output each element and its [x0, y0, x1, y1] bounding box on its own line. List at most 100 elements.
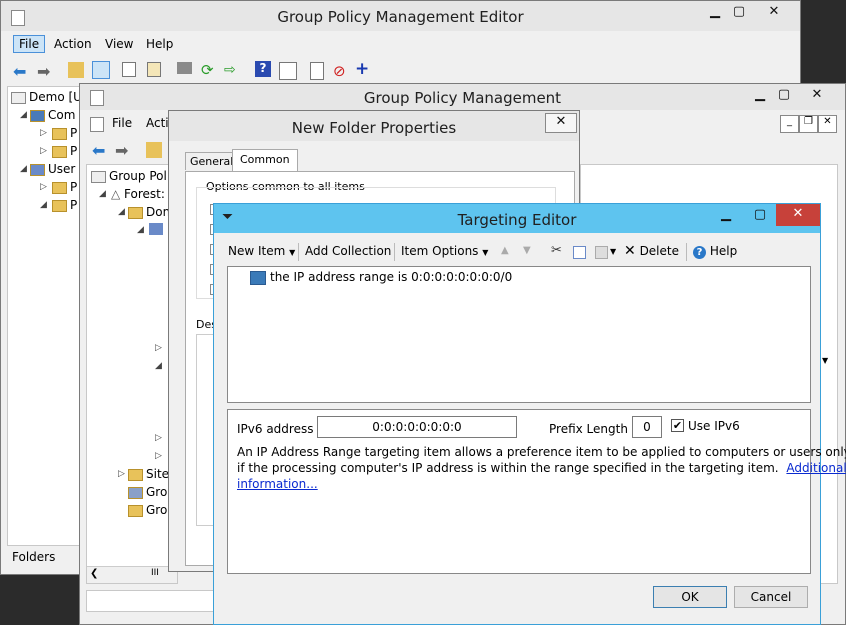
gpm-inner-close-button[interactable]: ✕: [818, 115, 837, 133]
gpme-menu-view[interactable]: View: [105, 37, 133, 51]
gpm-menu-file[interactable]: File: [112, 116, 132, 130]
scroll-left-icon[interactable]: ❮: [90, 568, 98, 579]
dropdown-arrow-icon: ▼: [289, 248, 296, 257]
gpm-tree-sites[interactable]: Site: [128, 467, 169, 481]
gpm-tree-scrollbar[interactable]: ❮ III: [87, 566, 177, 583]
gpme-menu-action[interactable]: Action: [54, 37, 92, 51]
print-icon[interactable]: [177, 62, 192, 74]
gpme-menu-help[interactable]: Help: [146, 37, 173, 51]
gpm-tree-pane: Group Poli ◢ △ Forest: ◢ Dom ◢ ▷ ◢ ▷ ▷ ▷…: [86, 164, 178, 584]
export-icon[interactable]: ⇨: [224, 62, 240, 78]
network-computer-icon: [250, 270, 266, 285]
gpm-tree-root[interactable]: Group Poli: [91, 169, 170, 183]
dropdown-arrow-icon: ▼: [482, 248, 489, 257]
gpm-tree-forest[interactable]: △ Forest:: [111, 187, 165, 201]
scroll-thumb[interactable]: III: [151, 568, 159, 578]
copy-icon[interactable]: [573, 246, 586, 259]
te-minimize-button[interactable]: ▁: [710, 205, 742, 227]
te-toolbar-separator-2: [394, 243, 395, 261]
te-help-text-row2: if the processing computer's IP address …: [237, 461, 846, 475]
gpme-tree-computer-p2[interactable]: P: [52, 144, 77, 158]
cut-icon[interactable]: ✂: [551, 243, 562, 258]
te-close-button[interactable]: ✕: [776, 204, 820, 226]
gpme-menu-file[interactable]: File: [13, 35, 46, 53]
gpm-doc-icon: [90, 117, 104, 132]
gpme-tree-user-p1[interactable]: P: [52, 180, 77, 194]
gpm-status-bar: [86, 590, 216, 612]
gpme-titlebar: Group Policy Management Editor ▁ ▢ ✕: [1, 1, 800, 31]
gpm-tree-gpo-modeling[interactable]: Gro: [128, 485, 167, 499]
add-icon[interactable]: +: [355, 59, 371, 79]
gpme-tree-computer-p1[interactable]: P: [52, 126, 77, 140]
te-use-ipv6-label: Use IPv6: [688, 419, 740, 433]
document-icon[interactable]: [310, 62, 324, 80]
gpme-close-button[interactable]: ✕: [753, 2, 795, 24]
gpm-tree-domain-icon[interactable]: [149, 223, 163, 235]
gpm-inner-minimize-button[interactable]: _: [780, 115, 799, 133]
gpm-back-arrow-icon[interactable]: ⬅: [92, 141, 108, 160]
gpm-inner-controls: _ ❐ ✕: [780, 115, 842, 133]
nfp-tab-general[interactable]: General: [185, 152, 239, 170]
te-window: ⏷ Targeting Editor ▁ ▢ ✕ New Item ▼ Add …: [213, 203, 846, 625]
te-help-button[interactable]: ? Help: [693, 244, 737, 259]
gpme-toolbar: ⬅ ➡ ⟳ ⇨ ? ⊘ +: [1, 57, 801, 83]
te-maximize-button[interactable]: ▢: [744, 205, 776, 227]
te-toolbar-separator-1: [298, 243, 299, 261]
paste-icon[interactable]: [595, 246, 608, 259]
gpm-forward-arrow-icon[interactable]: ➡: [115, 141, 131, 160]
stop-icon[interactable]: ⊘: [333, 62, 349, 80]
back-arrow-icon[interactable]: ⬅: [13, 62, 29, 81]
te-additional-info-link-cont[interactable]: information...: [237, 477, 318, 491]
properties-icon[interactable]: [279, 62, 297, 80]
help-icon[interactable]: ?: [255, 61, 271, 77]
gpm-right-scroll-icon[interactable]: ▼: [822, 356, 828, 365]
paste-icon[interactable]: [147, 62, 161, 77]
gpme-tree-user[interactable]: User: [30, 162, 75, 176]
gpm-tree-gpo-results[interactable]: Gro: [128, 503, 167, 517]
copy-icon[interactable]: [122, 62, 136, 77]
gpm-titlebar: Group Policy Management ▁ ▢ ✕: [80, 84, 845, 110]
te-use-ipv6-checkbox[interactable]: ✔: [671, 419, 684, 432]
help-icon: ?: [693, 246, 706, 259]
forward-arrow-icon[interactable]: ➡: [37, 62, 53, 81]
gpme-title: Group Policy Management Editor: [277, 8, 524, 26]
gpme-tree-user-p2[interactable]: P: [52, 198, 77, 212]
te-prefix-label: Prefix Length: [549, 422, 628, 436]
nfp-tab-common[interactable]: Common: [232, 149, 298, 171]
te-toolbar: New Item ▼ Add Collection Item Options ▼…: [218, 240, 818, 264]
up-folder-icon[interactable]: [68, 62, 84, 78]
gpm-inner-restore-button[interactable]: ❐: [799, 115, 818, 133]
paste-dropdown-icon[interactable]: ▼: [610, 247, 616, 256]
gpme-tree-computer[interactable]: Com: [30, 108, 75, 122]
gpm-up-folder-icon[interactable]: [146, 142, 162, 158]
te-ok-button[interactable]: OK: [653, 586, 727, 608]
te-targeting-item-label: the IP address range is 0:0:0:0:0:0:0:0/…: [270, 270, 513, 284]
te-help-text-line1: An IP Address Range targeting item allow…: [237, 445, 846, 459]
show-hide-tree-icon[interactable]: [92, 61, 110, 79]
delete-icon: ✕: [624, 243, 636, 259]
gpme-tree-root[interactable]: Demo [U: [11, 90, 82, 104]
te-titlebar: ⏷ Targeting Editor ▁ ▢ ✕: [214, 204, 820, 233]
te-delete-button[interactable]: ✕ Delete: [624, 243, 679, 259]
nfp-close-button[interactable]: ✕: [545, 113, 577, 133]
move-up-icon[interactable]: ▲: [501, 245, 509, 256]
nfp-titlebar: New Folder Properties ✕: [169, 111, 579, 141]
te-ipv6-input[interactable]: 0:0:0:0:0:0:0:0: [317, 416, 517, 438]
nfp-title: New Folder Properties: [291, 119, 457, 137]
te-properties-panel: IPv6 address 0:0:0:0:0:0:0:0 Prefix Leng…: [227, 409, 846, 574]
te-ipv6-label: IPv6 address: [237, 422, 314, 436]
te-prefix-input[interactable]: 0: [632, 416, 662, 438]
te-item-options-button[interactable]: Item Options ▼: [401, 244, 488, 258]
refresh-icon[interactable]: ⟳: [201, 61, 217, 79]
te-cancel-button[interactable]: Cancel: [734, 586, 808, 608]
te-targeting-item[interactable]: the IP address range is 0:0:0:0:0:0:0:0/…: [250, 270, 512, 285]
gpm-title: Group Policy Management: [363, 89, 562, 107]
te-add-collection-button[interactable]: Add Collection: [305, 244, 391, 258]
te-help-text-line2: if the processing computer's IP address …: [237, 461, 779, 475]
gpm-close-button[interactable]: ✕: [796, 85, 838, 107]
move-down-icon[interactable]: ▼: [523, 245, 531, 256]
gpme-status-folders: Folders: [12, 550, 56, 564]
gpme-menubar: File Action View Help: [1, 34, 801, 54]
te-additional-info-link[interactable]: Additional: [786, 461, 846, 475]
te-new-item-button[interactable]: New Item ▼: [228, 244, 295, 258]
